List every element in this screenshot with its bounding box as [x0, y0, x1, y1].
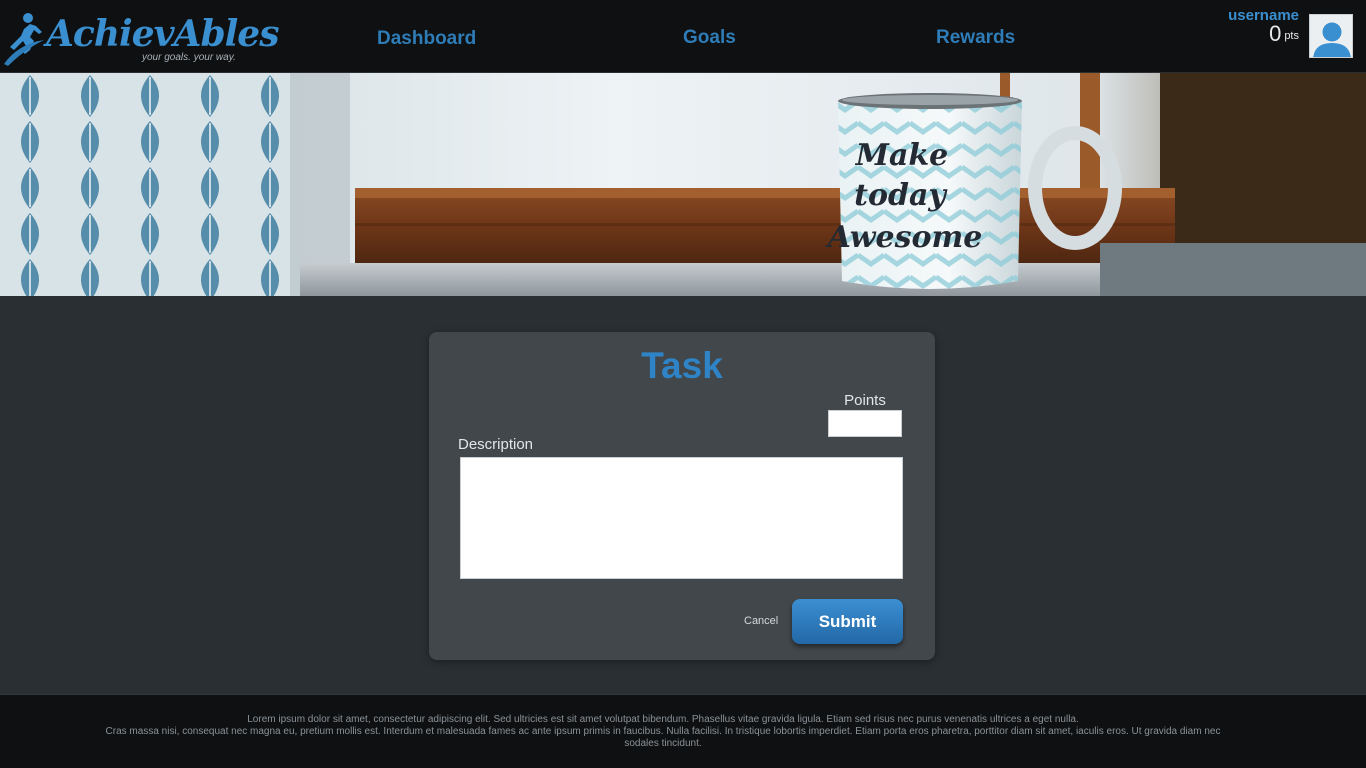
user-points: 0 pts [1269, 23, 1299, 48]
form-title: Task [641, 345, 723, 386]
points-unit: pts [1284, 30, 1299, 42]
footer-text: Lorem ipsum dolor sit amet, consectetur … [92, 714, 1234, 750]
footer-line-2: Cras massa nisi, consequat nec magna eu,… [105, 726, 1221, 749]
logo-wordmark: AchievAbles [46, 13, 279, 55]
mug-text-line2: today [854, 178, 948, 213]
runner-logo-icon [4, 13, 44, 66]
banner-image: Make today Awesome [0, 73, 1366, 296]
mug-text-line1: Make [855, 138, 949, 173]
points-input[interactable] [828, 410, 902, 437]
footer-line-1: Lorem ipsum dolor sit amet, consectetur … [247, 714, 1079, 725]
task-form-card: Task Points Description Cancel Submit [429, 332, 935, 660]
submit-button[interactable]: Submit [792, 599, 903, 644]
points-label: Points [844, 392, 886, 409]
app-logo[interactable]: AchievAbles your goals. your way. [4, 10, 279, 66]
hero-banner: Make today Awesome [0, 73, 1366, 296]
user-avatar-icon [1310, 15, 1352, 57]
top-header: AchievAbles your goals. your way. Dashbo… [0, 0, 1366, 73]
points-value: 0 [1269, 21, 1282, 46]
logo-tagline: your goals. your way. [142, 52, 236, 63]
user-avatar[interactable] [1309, 14, 1353, 58]
nav-dashboard[interactable]: Dashboard [377, 27, 476, 51]
cancel-button[interactable]: Cancel [744, 614, 778, 628]
nav-goals[interactable]: Goals [683, 26, 736, 50]
mug-text-line3: Awesome [825, 220, 983, 255]
description-textarea[interactable] [460, 457, 903, 579]
page-footer: Lorem ipsum dolor sit amet, consectetur … [0, 694, 1366, 768]
nav-rewards[interactable]: Rewards [936, 26, 1015, 50]
description-label: Description [458, 436, 534, 453]
